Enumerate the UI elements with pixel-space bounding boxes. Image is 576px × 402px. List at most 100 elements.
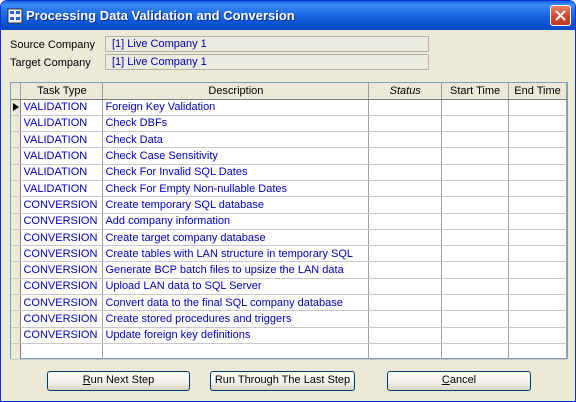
table-row[interactable]: VALIDATION Foreign Key Validation bbox=[11, 99, 567, 116]
cell-end-time[interactable] bbox=[508, 147, 567, 165]
cell-task-type[interactable]: VALIDATION bbox=[20, 115, 104, 133]
cell-description[interactable]: Add company information bbox=[102, 213, 370, 230]
column-header-status[interactable]: Status bbox=[368, 83, 443, 100]
table-row[interactable] bbox=[11, 343, 567, 361]
row-indicator[interactable] bbox=[11, 245, 22, 263]
cell-status[interactable] bbox=[368, 164, 443, 181]
cell-task-type[interactable]: CONVERSION bbox=[20, 245, 104, 263]
cell-task-type[interactable]: VALIDATION bbox=[20, 131, 104, 149]
cell-task-type[interactable]: CONVERSION bbox=[20, 278, 104, 296]
cell-end-time[interactable] bbox=[508, 99, 567, 116]
cell-task-type[interactable]: VALIDATION bbox=[20, 147, 104, 165]
row-indicator[interactable] bbox=[11, 196, 22, 214]
cell-status[interactable] bbox=[368, 196, 443, 214]
cell-task-type[interactable]: VALIDATION bbox=[20, 180, 104, 198]
cell-end-time[interactable] bbox=[508, 261, 567, 279]
title-bar[interactable]: Processing Data Validation and Conversio… bbox=[1, 1, 575, 30]
cell-start-time[interactable] bbox=[441, 229, 510, 247]
cell-description[interactable]: Create tables with LAN structure in temp… bbox=[102, 245, 370, 263]
table-row[interactable]: CONVERSION Add company information bbox=[11, 213, 567, 230]
table-row[interactable]: VALIDATION Check Case Sensitivity bbox=[11, 147, 567, 165]
cell-end-time[interactable] bbox=[508, 115, 567, 133]
table-row[interactable]: VALIDATION Check DBFs bbox=[11, 115, 567, 133]
row-indicator[interactable] bbox=[11, 343, 22, 361]
cell-start-time[interactable] bbox=[441, 196, 510, 214]
cell-end-time[interactable] bbox=[508, 343, 567, 361]
cell-end-time[interactable] bbox=[508, 310, 567, 328]
cell-description[interactable]: Foreign Key Validation bbox=[102, 99, 370, 116]
cell-end-time[interactable] bbox=[508, 196, 567, 214]
cell-end-time[interactable] bbox=[508, 278, 567, 296]
cell-status[interactable] bbox=[368, 131, 443, 149]
row-indicator[interactable] bbox=[11, 131, 22, 149]
cell-task-type[interactable]: CONVERSION bbox=[20, 310, 104, 328]
cell-start-time[interactable] bbox=[441, 147, 510, 165]
cell-description[interactable]: Check For Invalid SQL Dates bbox=[102, 164, 370, 181]
task-grid[interactable]: Task Type Description Status Start Time … bbox=[10, 82, 568, 361]
row-indicator[interactable] bbox=[11, 310, 22, 328]
table-row[interactable]: CONVERSION Create stored procedures and t… bbox=[11, 310, 567, 328]
cell-start-time[interactable] bbox=[441, 294, 510, 312]
cell-task-type[interactable]: VALIDATION bbox=[20, 164, 104, 181]
row-indicator[interactable] bbox=[11, 294, 22, 312]
table-row[interactable]: CONVERSION Convert data to the final SQL … bbox=[11, 294, 567, 312]
row-indicator[interactable] bbox=[11, 278, 22, 296]
cell-task-type[interactable]: CONVERSION bbox=[20, 294, 104, 312]
row-indicator[interactable] bbox=[11, 164, 22, 181]
cell-end-time[interactable] bbox=[508, 245, 567, 263]
table-row[interactable]: CONVERSION Create target company database bbox=[11, 229, 567, 247]
cell-description[interactable] bbox=[102, 343, 370, 361]
cell-status[interactable] bbox=[368, 261, 443, 279]
cell-task-type[interactable] bbox=[20, 343, 104, 361]
cell-status[interactable] bbox=[368, 213, 443, 230]
row-indicator[interactable] bbox=[11, 261, 22, 279]
cell-status[interactable] bbox=[368, 245, 443, 263]
cell-start-time[interactable] bbox=[441, 164, 510, 181]
cell-end-time[interactable] bbox=[508, 180, 567, 198]
table-row[interactable]: CONVERSION Upload LAN data to SQL Server bbox=[11, 278, 567, 296]
cell-description[interactable]: Convert data to the final SQL company da… bbox=[102, 294, 370, 312]
cell-end-time[interactable] bbox=[508, 294, 567, 312]
cell-end-time[interactable] bbox=[508, 131, 567, 149]
column-header-start-time[interactable]: Start Time bbox=[441, 83, 510, 100]
cell-description[interactable]: Check Data bbox=[102, 131, 370, 149]
run-next-step-button[interactable]: Run Next Step bbox=[47, 371, 190, 391]
cell-status[interactable] bbox=[368, 99, 443, 116]
cell-start-time[interactable] bbox=[441, 327, 510, 344]
row-indicator[interactable] bbox=[11, 99, 22, 116]
cell-description[interactable]: Create target company database bbox=[102, 229, 370, 247]
cell-start-time[interactable] bbox=[441, 310, 510, 328]
table-row[interactable]: CONVERSION Create temporary SQL database bbox=[11, 196, 567, 214]
cell-description[interactable]: Check DBFs bbox=[102, 115, 370, 133]
cell-start-time[interactable] bbox=[441, 278, 510, 296]
cell-start-time[interactable] bbox=[441, 213, 510, 230]
table-row[interactable]: VALIDATION Check For Invalid SQL Dates bbox=[11, 164, 567, 181]
cell-task-type[interactable]: CONVERSION bbox=[20, 327, 104, 344]
row-indicator[interactable] bbox=[11, 147, 22, 165]
run-through-last-step-button[interactable]: Run Through The Last Step bbox=[210, 371, 355, 391]
cell-status[interactable] bbox=[368, 180, 443, 198]
cell-task-type[interactable]: CONVERSION bbox=[20, 213, 104, 230]
table-row[interactable]: CONVERSION Update foreign key definitions bbox=[11, 327, 567, 344]
row-indicator[interactable] bbox=[11, 180, 22, 198]
cell-description[interactable]: Update foreign key definitions bbox=[102, 327, 370, 344]
cell-start-time[interactable] bbox=[441, 245, 510, 263]
cell-start-time[interactable] bbox=[441, 115, 510, 133]
cell-end-time[interactable] bbox=[508, 164, 567, 181]
cell-task-type[interactable]: CONVERSION bbox=[20, 196, 104, 214]
cell-end-time[interactable] bbox=[508, 327, 567, 344]
table-row[interactable]: CONVERSION Generate BCP batch files to up… bbox=[11, 261, 567, 279]
cell-task-type[interactable]: CONVERSION bbox=[20, 261, 104, 279]
cell-status[interactable] bbox=[368, 229, 443, 247]
cell-start-time[interactable] bbox=[441, 99, 510, 116]
cell-status[interactable] bbox=[368, 327, 443, 344]
cell-status[interactable] bbox=[368, 147, 443, 165]
cell-status[interactable] bbox=[368, 294, 443, 312]
table-row[interactable]: VALIDATION Check For Empty Non-nullable D… bbox=[11, 180, 567, 198]
cell-start-time[interactable] bbox=[441, 343, 510, 361]
cell-description[interactable]: Create temporary SQL database bbox=[102, 196, 370, 214]
cell-start-time[interactable] bbox=[441, 180, 510, 198]
cell-task-type[interactable]: VALIDATION bbox=[20, 99, 104, 116]
cell-end-time[interactable] bbox=[508, 213, 567, 230]
table-row[interactable]: VALIDATION Check Data bbox=[11, 131, 567, 149]
